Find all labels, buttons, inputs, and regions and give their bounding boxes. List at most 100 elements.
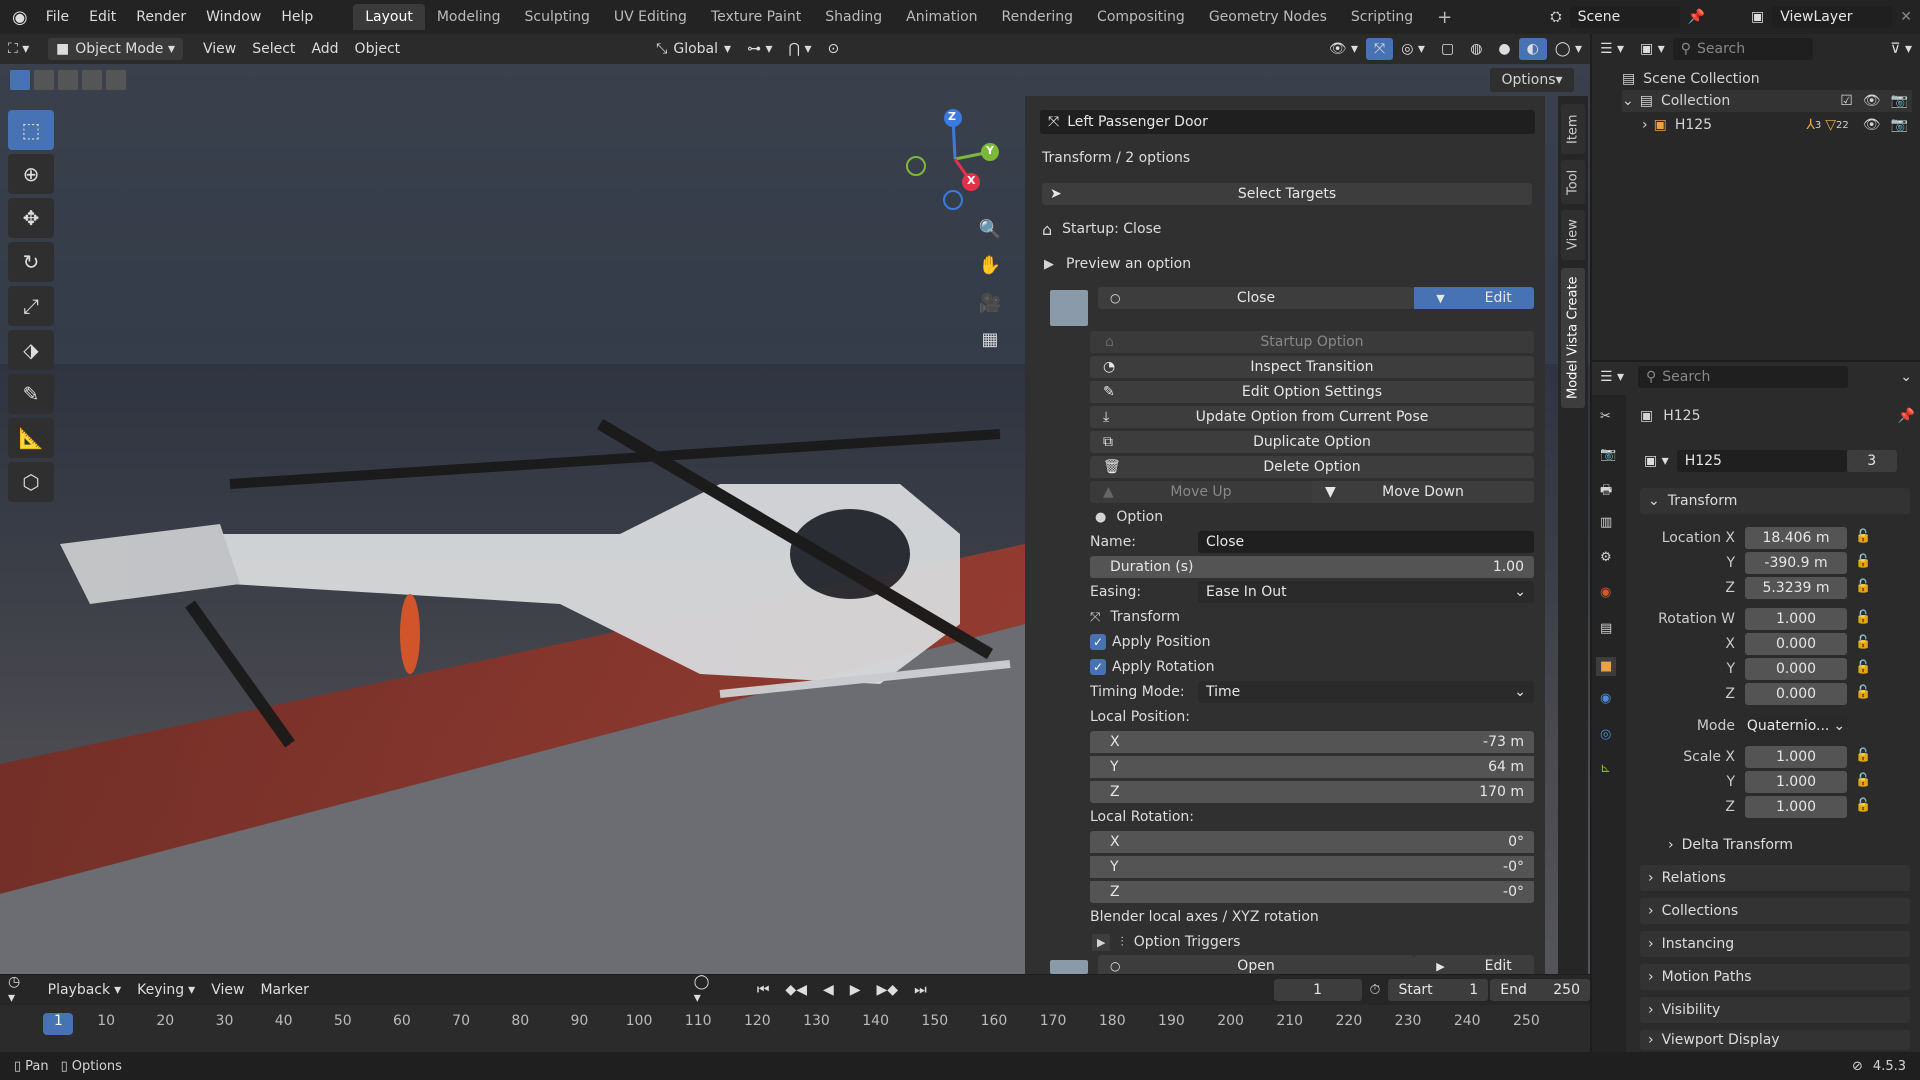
display-mode-icon[interactable]: ▣ ▾ <box>1632 38 1673 60</box>
lock-icon[interactable]: 🔓 <box>1855 685 1871 700</box>
jump-end-icon[interactable]: ⏭ <box>906 979 935 1001</box>
location-x-field[interactable]: 18.406 m <box>1745 527 1847 549</box>
shading-wireframe-icon[interactable]: ◍ <box>1462 38 1490 60</box>
outliner-search-input[interactable]: ⚲ Search <box>1672 38 1813 60</box>
tab-view[interactable]: View <box>1561 210 1585 260</box>
editor-type-icon[interactable]: ⛶ ▾ <box>0 38 48 60</box>
lock-icon[interactable]: 🔓 <box>1855 773 1871 788</box>
lock-icon[interactable]: 🔓 <box>1855 660 1871 675</box>
marker-menu[interactable]: Marker <box>252 979 316 1001</box>
hand-pan-icon[interactable]: ✋ <box>975 250 1005 280</box>
start-frame-field[interactable]: Start 1 <box>1388 979 1489 1001</box>
local-position-x-field[interactable]: X -73 m <box>1090 731 1534 753</box>
user-count[interactable]: 3 <box>1846 450 1897 472</box>
option-close-button[interactable]: ○ Close <box>1098 287 1414 309</box>
grid-perspective-icon[interactable]: ▦ <box>975 324 1005 354</box>
jump-start-icon[interactable]: ⏮ <box>749 979 778 1001</box>
tab-item[interactable]: Item <box>1561 104 1585 154</box>
menu-select[interactable]: Select <box>244 38 303 60</box>
play-reverse-icon[interactable]: ◀ <box>815 979 842 1001</box>
rotation-w-field[interactable]: 1.000 <box>1745 608 1847 630</box>
scale-y-field[interactable]: 1.000 <box>1745 771 1847 793</box>
scene-name-field[interactable]: Scene <box>1569 6 1680 28</box>
local-position-y-field[interactable]: Y 64 m <box>1090 756 1534 778</box>
collections-section[interactable]: › Collections <box>1640 898 1910 924</box>
filter-icon[interactable]: ⊽ ▾ <box>1882 38 1920 60</box>
tab-rendering[interactable]: Rendering <box>990 4 1086 30</box>
cursor-tool-icon[interactable]: ⊕ <box>8 154 54 194</box>
camera-render-icon[interactable]: 📷 <box>1891 117 1908 133</box>
scene-collection-row[interactable]: ▤ Scene Collection <box>1622 68 1760 90</box>
select-targets-button[interactable]: ➤ Select Targets <box>1042 183 1532 205</box>
lock-icon[interactable]: 🔓 <box>1855 798 1871 813</box>
rotation-y-field[interactable]: 0.000 <box>1745 658 1847 680</box>
delete-option-button[interactable]: 🗑 Delete Option <box>1090 456 1534 478</box>
tab-model-vista-create[interactable]: Model Vista Create <box>1561 268 1585 408</box>
add-cube-tool-icon[interactable]: ⬡ <box>8 462 54 502</box>
view-layer-icon[interactable]: ▣ <box>1743 6 1772 28</box>
shading-solid-icon[interactable]: ● <box>1490 38 1518 60</box>
rotate-tool-icon[interactable]: ↻ <box>8 242 54 282</box>
lock-icon[interactable]: 🔓 <box>1855 579 1871 594</box>
local-position-z-field[interactable]: Z 170 m <box>1090 781 1534 803</box>
physics-tab-icon[interactable]: ◎ <box>1600 727 1611 742</box>
playback-menu[interactable]: Playback ▾ <box>40 979 130 1001</box>
xray-icon[interactable]: ▢ <box>1433 38 1462 60</box>
record-icon[interactable]: ◯ ▾ <box>686 974 729 1006</box>
chevron-right-icon[interactable]: › <box>1642 117 1648 133</box>
move-down-button[interactable]: ▼ Move Down <box>1312 481 1534 503</box>
scale-z-field[interactable]: 1.000 <box>1745 796 1847 818</box>
name-input[interactable]: Close <box>1198 531 1534 553</box>
chevron-down-icon[interactable]: ⌄ <box>1622 93 1634 109</box>
tab-shading[interactable]: Shading <box>813 4 894 30</box>
view-layer-tab-icon[interactable]: ▥ <box>1600 515 1612 530</box>
mode-dropdown[interactable]: ■ Object Mode ▾ <box>48 38 183 60</box>
world-tab-icon[interactable]: ◉ <box>1600 585 1611 600</box>
collection-tab-icon[interactable]: ▤ <box>1600 621 1612 636</box>
transform-tool-icon[interactable]: ⬗ <box>8 330 54 370</box>
prev-keyframe-icon[interactable]: ◆◀ <box>777 979 815 1001</box>
lock-icon[interactable]: 🔓 <box>1855 529 1871 544</box>
edit-option-settings-button[interactable]: ✎ Edit Option Settings <box>1090 381 1534 403</box>
menu-edit[interactable]: Edit <box>79 0 126 34</box>
menu-view[interactable]: View <box>195 38 244 60</box>
annotate-tool-icon[interactable]: ✎ <box>8 374 54 414</box>
proportional-edit-icon[interactable]: ⊙ <box>820 38 848 60</box>
pin-icon[interactable]: 📌 <box>1680 6 1713 28</box>
rotation-z-field[interactable]: 0.000 <box>1745 683 1847 705</box>
scene-tab-icon[interactable]: ⚙ <box>1600 550 1612 565</box>
tab-uv-editing[interactable]: UV Editing <box>602 4 699 30</box>
menu-window[interactable]: Window <box>196 0 271 34</box>
object-row-h125[interactable]: › ▣ H125 ⅄ 3 ▽ 22 👁 📷 <box>1642 114 1912 136</box>
chevron-down-icon[interactable]: ⌄ <box>1892 366 1920 388</box>
duration-field[interactable]: Duration (s) 1.00 <box>1090 556 1534 578</box>
play-icon[interactable]: ▶ <box>1044 257 1054 272</box>
shading-material-icon[interactable]: ◐ <box>1518 38 1547 60</box>
local-rotation-z-field[interactable]: Z -0° <box>1090 881 1534 903</box>
select-extend-icon[interactable] <box>34 70 54 90</box>
select-invert-icon[interactable] <box>82 70 102 90</box>
lock-icon[interactable]: 🔓 <box>1855 554 1871 569</box>
select-tool-icon[interactable]: ⬚ <box>8 110 54 150</box>
pin-icon[interactable]: 📌 <box>1898 408 1915 424</box>
measure-tool-icon[interactable]: 📐 <box>8 418 54 458</box>
menu-render[interactable]: Render <box>126 0 196 34</box>
close-icon[interactable]: ✕ <box>1892 6 1920 28</box>
instancing-section[interactable]: › Instancing <box>1640 931 1910 957</box>
delta-transform-section[interactable]: › Delta Transform <box>1660 832 1910 858</box>
duplicate-option-button[interactable]: ⧉ Duplicate Option <box>1090 431 1534 453</box>
motion-paths-section[interactable]: › Motion Paths <box>1640 964 1910 990</box>
scale-x-field[interactable]: 1.000 <box>1745 746 1847 768</box>
scene-icon[interactable]: ⛭ <box>1542 6 1569 28</box>
shading-rendered-icon[interactable]: ◯ ▾ <box>1547 38 1590 60</box>
menu-file[interactable]: File <box>36 0 79 34</box>
output-tab-icon[interactable]: 🖶 <box>1600 481 1612 503</box>
menu-help[interactable]: Help <box>271 0 323 34</box>
navigation-gizmo[interactable]: Z Y X <box>900 104 1010 214</box>
end-frame-field[interactable]: End 250 <box>1490 979 1590 1001</box>
pivot-icon[interactable]: ⊶ ▾ <box>739 38 780 60</box>
tab-animation[interactable]: Animation <box>894 4 989 30</box>
eye-icon[interactable]: 👁 <box>1863 117 1881 133</box>
play-icon[interactable]: ▶ <box>842 979 869 1001</box>
visibility-section[interactable]: › Visibility <box>1640 997 1910 1023</box>
